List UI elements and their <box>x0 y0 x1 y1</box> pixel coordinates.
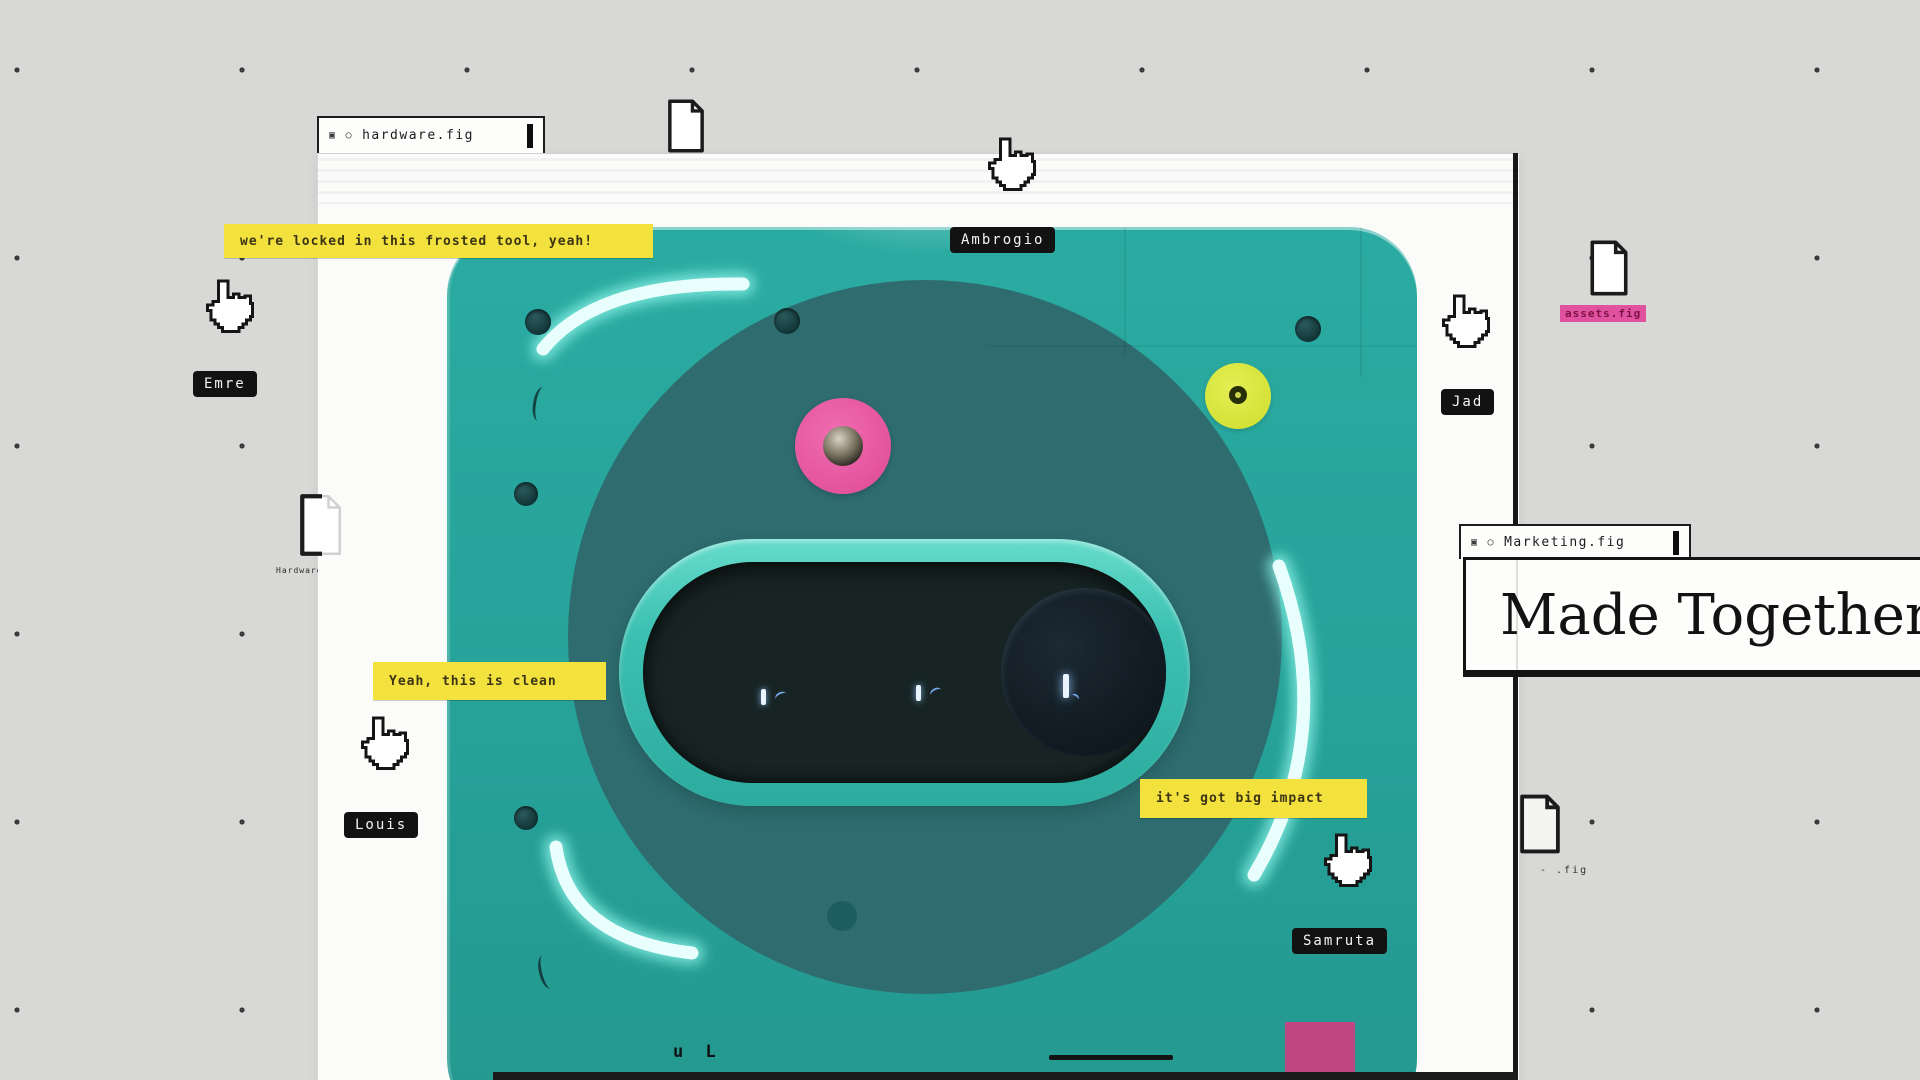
robot-visor <box>619 539 1190 806</box>
screw-dot <box>514 806 538 830</box>
artboard-bottom-border <box>493 1072 1518 1080</box>
hand-cursor-icon <box>1317 833 1375 893</box>
text-caret <box>1673 531 1679 555</box>
comment-banner[interactable]: it's got big impact <box>1140 779 1367 818</box>
tab-dot-icon: ○ <box>346 130 354 141</box>
screw-center <box>823 426 863 466</box>
document-icon-dark-half <box>296 489 322 561</box>
panel-seam <box>1124 227 1126 355</box>
tab-marketing-file[interactable]: ▣ ○ Marketing.fig <box>1459 524 1691 559</box>
hand-cursor-icon <box>981 137 1039 197</box>
robot-footer-glyphs: u L <box>673 1042 722 1062</box>
tab-marketing-filename: Marketing.fig <box>1504 535 1625 550</box>
cursor-name-label: Ambrogio <box>950 227 1055 253</box>
eye-glint <box>761 684 805 714</box>
document-icon[interactable] <box>664 98 708 158</box>
screw-dot <box>525 309 551 335</box>
text-caret <box>527 124 533 148</box>
tab-hardware-filename: hardware.fig <box>362 128 474 143</box>
cursor-name-label: Emre <box>193 371 257 397</box>
eye-glint <box>916 680 960 710</box>
document-icon[interactable] <box>1516 793 1564 859</box>
design-canvas-workspace: ▣ ○ hardware.fig <box>0 0 1920 1080</box>
lime-button <box>1205 363 1271 429</box>
tab-grid-icon: ▣ <box>1471 537 1479 548</box>
made-together-card[interactable]: Made Together <box>1463 557 1920 677</box>
panel-seam <box>987 345 1417 347</box>
cursor-name-label: Louis <box>344 812 418 838</box>
chin-dot <box>827 901 857 931</box>
card-seam-line <box>1516 560 1518 670</box>
hand-cursor-icon <box>1435 294 1493 354</box>
tab-dot-icon: ○ <box>1488 537 1496 548</box>
eye-glint <box>1063 672 1107 702</box>
document-icon[interactable] <box>1586 239 1632 301</box>
tab-grid-icon: ▣ <box>329 130 337 141</box>
lime-button-pin <box>1235 392 1241 398</box>
screw-dot <box>1295 316 1321 342</box>
visor-screen <box>643 562 1166 783</box>
robot-artwork[interactable]: u L <box>447 227 1417 1080</box>
tick-mark <box>530 386 550 422</box>
tick-mark <box>535 954 558 991</box>
frost-streaks <box>318 158 1519 204</box>
made-together-title: Made Together <box>1466 583 1920 648</box>
tab-hardware-file[interactable]: ▣ ○ hardware.fig <box>317 116 545 153</box>
screw-dot <box>514 482 538 506</box>
cursor-name-label: Jad <box>1441 389 1494 415</box>
cursor-name-label: Samruta <box>1292 928 1387 954</box>
pink-screw-cap <box>795 398 891 494</box>
document-icon-faded[interactable] <box>296 489 346 561</box>
panel-seam <box>1360 227 1362 377</box>
comment-banner[interactable]: we're locked in this frosted tool, yeah! <box>224 224 653 258</box>
file-label: Hardware <box>276 566 318 575</box>
hand-cursor-icon <box>354 716 412 776</box>
hand-cursor-icon <box>199 279 257 339</box>
robot-footer-line <box>1049 1055 1173 1060</box>
comment-banner[interactable]: Yeah, this is clean <box>373 662 606 700</box>
file-label: - .fig <box>1540 865 1588 876</box>
screw-dot <box>774 308 800 334</box>
file-label-highlighted[interactable]: assets.fig <box>1560 305 1646 322</box>
